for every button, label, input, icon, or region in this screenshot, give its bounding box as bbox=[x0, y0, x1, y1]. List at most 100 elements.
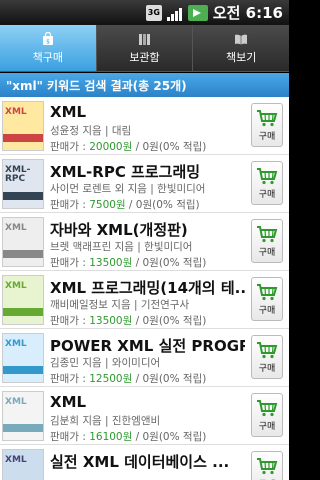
book-cover-image: XML bbox=[2, 217, 44, 267]
book-cover-image: XML bbox=[2, 101, 44, 151]
book-cover-image: XML-RPC bbox=[2, 159, 44, 209]
shopping-cart-icon bbox=[257, 341, 278, 358]
cover-title: XML bbox=[5, 397, 27, 407]
price-amount: 20000원 bbox=[89, 141, 133, 153]
book-authors: 깨비메일정보 지음 | 기전연구사 bbox=[50, 299, 190, 311]
shopping-cart-icon bbox=[257, 457, 278, 474]
price-points: / 0원(0% 적립) bbox=[132, 431, 207, 443]
cover-band bbox=[3, 192, 43, 200]
book-cover-image: XML bbox=[2, 333, 44, 383]
book-list-item[interactable]: XML POWER XML 실전 PROGRA... 김종민 지음 | 와이미디어판… bbox=[0, 329, 289, 387]
status-bar: 3G 오전 6:16 bbox=[0, 0, 289, 25]
price-amount: 13500원 bbox=[89, 257, 133, 269]
book-list-item[interactable]: XML XML 성윤정 지음 | 대림판매가 : 20000원 / 0원(0% 적립… bbox=[0, 97, 289, 155]
book-title: XML bbox=[50, 393, 87, 411]
tab-library[interactable]: 보관함 bbox=[97, 25, 194, 71]
cover-title: XML bbox=[5, 339, 27, 349]
book-list-item[interactable]: XML 자바와 XML(개정판) 브렛 맥래프린 지음 | 한빛미디어판매가 : 1… bbox=[0, 213, 289, 271]
book-cover-image: XML bbox=[2, 391, 44, 441]
shopping-cart-icon bbox=[257, 399, 278, 416]
clock: 오전 6:16 bbox=[212, 4, 283, 22]
tab-buy-books[interactable]: $ 책구매 bbox=[0, 25, 97, 71]
book-price: 판매가 : 12500원 / 0원(0% 적립) bbox=[50, 371, 245, 386]
price-points: / 0원(0% 적립) bbox=[132, 315, 207, 327]
buy-button[interactable]: 구매 bbox=[251, 393, 283, 437]
book-title: 실전 XML 데이터베이스 ... bbox=[50, 453, 230, 471]
book-authors: 사이먼 로렌트 외 지음 | 한빛미디어 bbox=[50, 183, 206, 195]
buy-button[interactable]: 구매 bbox=[251, 219, 283, 263]
buy-button[interactable]: 구매 bbox=[251, 451, 283, 480]
book-list-item[interactable]: XML-RPC XML-RPC 프로그래밍사이먼 로렌트 외 지음 | 한빛미디어… bbox=[0, 155, 289, 213]
buy-button-label: 구매 bbox=[258, 247, 276, 258]
buy-button-label: 구매 bbox=[259, 477, 276, 480]
shopping-bag-icon: $ bbox=[42, 31, 53, 45]
book-cover-image: XML bbox=[2, 449, 44, 480]
book-authors: 브렛 맥래프린 지음 | 한빛미디어 bbox=[50, 241, 193, 253]
cover-band bbox=[3, 134, 43, 142]
price-label: 판매가 : bbox=[50, 199, 90, 211]
book-price: 판매가 : 13500원 / 0원(0% 적립) bbox=[50, 313, 245, 328]
tab-label: 책보기 bbox=[225, 50, 257, 64]
buy-button-label: 구매 bbox=[258, 305, 276, 316]
book-title: XML 프로그래밍(14개의 테... bbox=[50, 279, 245, 297]
buy-button-label: 구매 bbox=[258, 189, 276, 200]
price-label: 판매가 : bbox=[50, 315, 90, 327]
tab-bar: $ 책구매 보관함 책보기 bbox=[0, 25, 289, 72]
cover-title: XML-RPC bbox=[5, 165, 31, 184]
book-authors: 김분희 지음 | 진한엠앤비 bbox=[50, 415, 161, 427]
price-label: 판매가 : bbox=[50, 373, 90, 385]
cover-title: XML bbox=[5, 107, 27, 117]
price-points: / 0원(0% 적립) bbox=[132, 257, 207, 269]
cover-title: XML bbox=[5, 223, 27, 233]
cover-band bbox=[3, 366, 43, 374]
shopping-cart-icon bbox=[257, 167, 278, 184]
tab-read-books[interactable]: 책보기 bbox=[193, 25, 289, 71]
buy-button[interactable]: 구매 bbox=[251, 161, 283, 205]
signal-strength-icon bbox=[167, 5, 183, 21]
buy-button[interactable]: 구매 bbox=[251, 277, 283, 321]
price-points: / 0원(0% 적립) bbox=[132, 141, 207, 153]
price-label: 판매가 : bbox=[50, 431, 90, 443]
book-title: XML-RPC 프로그래밍 bbox=[50, 163, 201, 181]
buy-button[interactable]: 구매 bbox=[251, 335, 283, 379]
cover-title: XML bbox=[5, 455, 27, 465]
cover-band bbox=[3, 308, 43, 316]
book-price: 판매가 : 16100원 / 0원(0% 적립) bbox=[50, 429, 245, 444]
book-cover-image: XML bbox=[2, 275, 44, 325]
price-amount: 7500원 bbox=[89, 199, 126, 211]
book-list-item[interactable]: XML XML 프로그래밍(14개의 테... 깨비메일정보 지음 | 기전연구사판… bbox=[0, 271, 289, 329]
cover-band bbox=[3, 250, 43, 258]
svg-text:$: $ bbox=[46, 38, 50, 45]
price-label: 판매가 : bbox=[50, 141, 90, 153]
price-label: 판매가 : bbox=[50, 257, 90, 269]
book-list-item[interactable]: XML 실전 XML 데이터베이스 ... 구매 bbox=[0, 445, 289, 480]
book-list[interactable]: XML XML 성윤정 지음 | 대림판매가 : 20000원 / 0원(0% 적립… bbox=[0, 97, 289, 480]
book-list-item[interactable]: XML XML 김분희 지음 | 진한엠앤비판매가 : 16100원 / 0원(0%… bbox=[0, 387, 289, 445]
book-price: 판매가 : 13500원 / 0원(0% 적립) bbox=[50, 255, 245, 270]
shopping-cart-icon bbox=[257, 109, 278, 126]
book-title: 자바와 XML(개정판) bbox=[50, 221, 188, 239]
price-amount: 12500원 bbox=[89, 373, 133, 385]
cover-title: XML bbox=[5, 281, 27, 291]
price-points: / 0원(0% 적립) bbox=[132, 373, 207, 385]
book-title: XML bbox=[50, 103, 87, 121]
price-amount: 13500원 bbox=[89, 315, 133, 327]
battery-charging-icon bbox=[187, 4, 208, 21]
buy-button-label: 구매 bbox=[258, 131, 276, 142]
cover-band bbox=[3, 424, 43, 432]
book-price: 판매가 : 7500원 / 0원(0% 적립) bbox=[50, 197, 245, 212]
tab-label: 보관함 bbox=[129, 50, 160, 64]
network-3g-icon: 3G bbox=[145, 4, 162, 21]
buy-button-label: 구매 bbox=[258, 363, 276, 374]
price-amount: 16100원 bbox=[89, 431, 133, 443]
book-authors: 성윤정 지음 | 대림 bbox=[50, 125, 132, 137]
book-price: 판매가 : 20000원 / 0원(0% 적립) bbox=[50, 139, 245, 154]
tab-label: 책구매 bbox=[32, 50, 64, 64]
shopping-cart-icon bbox=[257, 225, 278, 242]
book-authors: 김종민 지음 | 와이미디어 bbox=[50, 357, 161, 369]
buy-button[interactable]: 구매 bbox=[251, 103, 283, 147]
book-title: POWER XML 실전 PROGRA... bbox=[50, 337, 245, 355]
shopping-cart-icon bbox=[257, 283, 278, 300]
books-icon bbox=[138, 33, 150, 45]
search-result-header: "xml" 키워드 검색 결과(총 25개) bbox=[0, 73, 289, 97]
